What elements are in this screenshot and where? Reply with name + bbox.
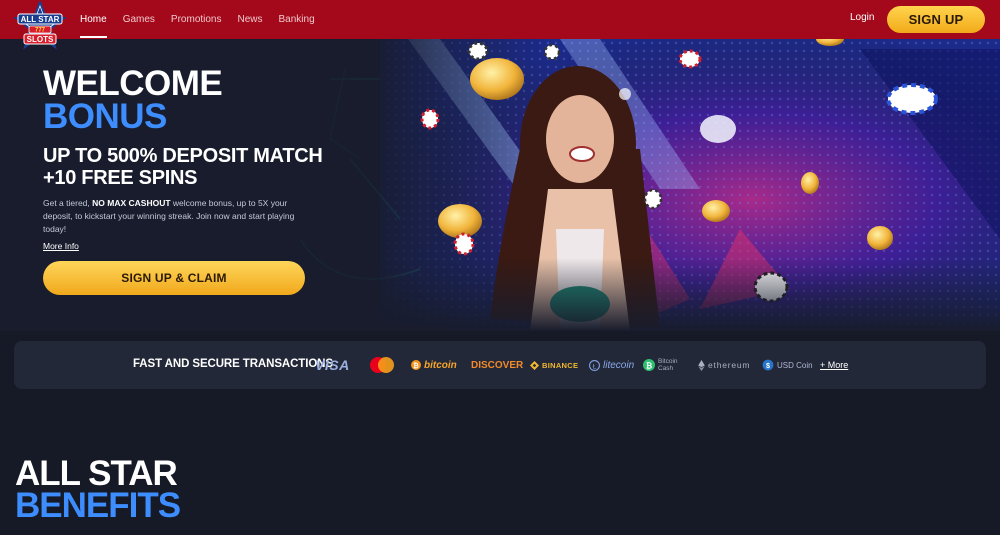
hero-offer-line1: UP TO 500% DEPOSIT MATCH <box>43 145 323 167</box>
nav-promotions[interactable]: Promotions <box>171 0 222 39</box>
litecoin-icon: Ł <box>589 359 600 371</box>
payments-title: FAST AND SECURE TRANSACTIONS <box>133 358 333 370</box>
hero-offer-line2: +10 FREE SPINS <box>43 167 198 189</box>
svg-text:$: $ <box>766 361 770 370</box>
nav-banking[interactable]: Banking <box>279 0 315 39</box>
binance-logo: BINANCE <box>530 341 578 389</box>
logo-badge: 777 <box>35 28 46 34</box>
ethereum-logo: ethereum <box>698 341 750 389</box>
bitcoin-cash-logo: ₿ Bitcoin Cash <box>643 341 678 389</box>
usd-coin-logo: $ USD Coin <box>762 341 813 389</box>
bitcoin-cash-label-2: Cash <box>658 365 674 372</box>
svg-text:Ł: Ł <box>593 363 597 370</box>
svg-text:₿: ₿ <box>646 361 652 370</box>
payments-more: + More <box>820 341 848 389</box>
ethereum-label: ethereum <box>708 360 751 370</box>
hero-title-line1: WELCOME <box>43 64 223 103</box>
usd-coin-icon: $ <box>762 359 774 371</box>
litecoin-logo: Ł litecoin <box>589 341 634 389</box>
binance-icon <box>530 360 539 370</box>
ethereum-icon <box>698 359 705 371</box>
logo-text-top: ALL STAR <box>21 15 60 24</box>
bitcoin-label: bitcoin <box>424 359 457 371</box>
bitcoin-logo: ₿ bitcoin <box>411 341 457 389</box>
logo-text-bottom: SLOTS <box>27 35 54 44</box>
discover-logo: DISCOVER <box>471 341 523 389</box>
discover-label: DISCOVER <box>471 359 524 371</box>
signup-claim-button[interactable]: SIGN UP & CLAIM <box>43 261 305 295</box>
hero-description: Get a tiered, NO MAX CASHOUT welcome bon… <box>43 197 313 236</box>
bitcoin-cash-label: Bitcoin Cash <box>658 358 678 372</box>
login-link[interactable]: Login <box>850 12 874 23</box>
nav-news[interactable]: News <box>238 0 263 39</box>
all-star-slots-logo[interactable]: ALL STAR 777 SLOTS <box>14 1 66 53</box>
hero-offer: UP TO 500% DEPOSIT MATCH +10 FREE SPINS <box>43 145 343 189</box>
bitcoin-icon: ₿ <box>411 360 421 370</box>
hero-desc-bold: NO MAX CASHOUT <box>92 198 171 208</box>
nav-games[interactable]: Games <box>123 0 155 39</box>
hero-title-line2: BONUS <box>43 97 167 136</box>
usd-coin-label: USD Coin <box>777 360 813 370</box>
visa-label: VISA <box>315 357 350 373</box>
svg-text:₿: ₿ <box>413 362 419 370</box>
signup-button[interactable]: SIGN UP <box>887 6 985 33</box>
nav-home[interactable]: Home <box>80 0 107 39</box>
bitcoin-cash-icon: ₿ <box>643 359 655 371</box>
visa-logo: VISA <box>315 341 350 389</box>
more-payments-link[interactable]: + More <box>820 360 848 370</box>
binance-label: BINANCE <box>542 360 579 370</box>
hero-text-block: WELCOME BONUS UP TO 500% DEPOSIT MATCH +… <box>43 64 343 254</box>
payments-bar: FAST AND SECURE TRANSACTIONS VISA ₿ bitc… <box>14 341 986 389</box>
top-nav: Home Games Promotions News Banking Login… <box>0 0 1000 39</box>
litecoin-label: litecoin <box>603 359 635 371</box>
nav-links: Home Games Promotions News Banking <box>80 0 331 39</box>
bitcoin-cash-label-1: Bitcoin <box>658 358 678 365</box>
hero-desc-start: Get a tiered, <box>43 198 93 208</box>
benefits-heading: ALL STAR BENEFITS <box>15 456 181 525</box>
mastercard-icon <box>370 357 394 373</box>
more-info-link[interactable]: More Info <box>43 241 79 251</box>
benefits-title-line2: BENEFITS <box>15 486 181 525</box>
mastercard-logo <box>368 341 396 389</box>
hero-banner: WELCOME BONUS UP TO 500% DEPOSIT MATCH +… <box>0 39 1000 331</box>
